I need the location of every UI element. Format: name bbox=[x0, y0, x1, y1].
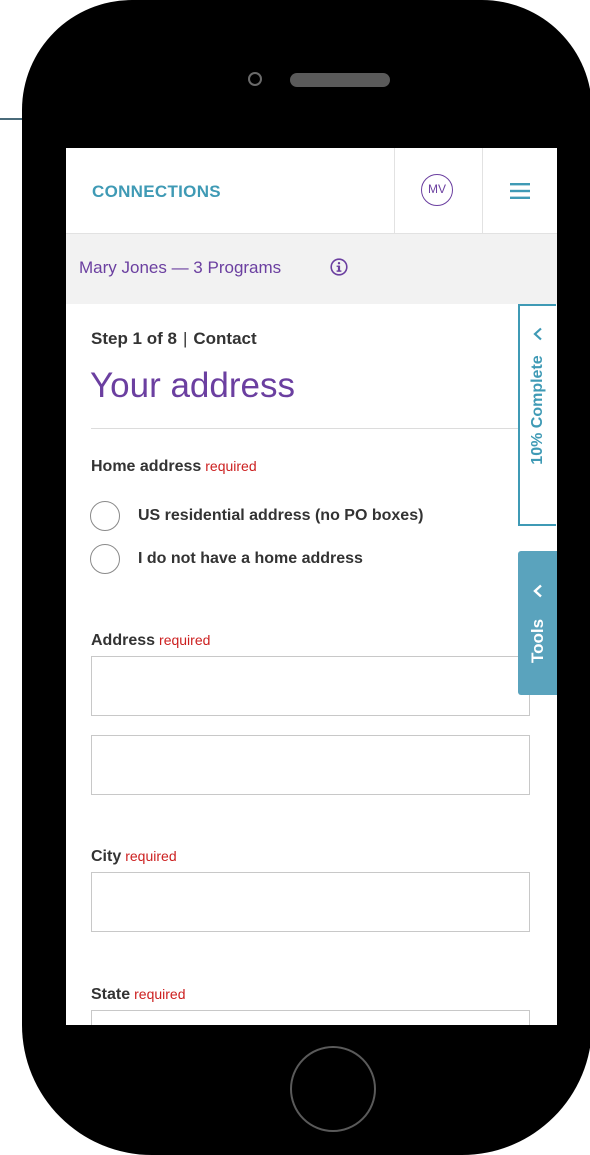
page-title: Your address bbox=[90, 366, 295, 405]
required-indicator: required bbox=[159, 632, 211, 648]
radio-option-no-home-address[interactable]: I do not have a home address bbox=[90, 544, 510, 576]
avatar-initials: MV bbox=[428, 182, 446, 196]
radio-button[interactable] bbox=[90, 501, 120, 531]
tools-label: Tools bbox=[527, 618, 547, 664]
step-separator: | bbox=[182, 329, 188, 348]
header-divider bbox=[482, 148, 483, 234]
step-section: Contact bbox=[193, 329, 257, 348]
required-indicator: required bbox=[205, 458, 257, 474]
radio-option-us-residential[interactable]: US residential address (no PO boxes) bbox=[90, 501, 510, 533]
phone-screen: CONNECTIONS MV Mary Jones — 3 Programs S… bbox=[66, 148, 557, 1025]
tools-tab[interactable]: Tools bbox=[518, 551, 557, 695]
radio-button[interactable] bbox=[90, 544, 120, 574]
chevron-left-icon bbox=[532, 584, 542, 598]
chevron-left-icon bbox=[533, 327, 542, 341]
required-indicator: required bbox=[125, 848, 177, 864]
city-label: City required bbox=[91, 848, 177, 866]
city-label-text: City bbox=[91, 848, 122, 865]
address-label: Address required bbox=[91, 632, 210, 650]
home-address-label: Home address required bbox=[91, 458, 257, 476]
state-label: State required bbox=[91, 986, 186, 1004]
city-input[interactable] bbox=[91, 872, 530, 932]
step-number: Step 1 of 8 bbox=[91, 329, 177, 348]
radio-label: I do not have a home address bbox=[138, 550, 363, 567]
address-line2-input[interactable] bbox=[91, 735, 530, 795]
home-address-label-text: Home address bbox=[91, 458, 202, 475]
address-label-text: Address bbox=[91, 632, 156, 649]
avatar[interactable]: MV bbox=[421, 174, 453, 206]
stage: CONNECTIONS MV Mary Jones — 3 Programs S… bbox=[0, 0, 590, 1155]
required-indicator: required bbox=[134, 986, 186, 1002]
step-indicator: Step 1 of 8 | Contact bbox=[91, 329, 257, 349]
progress-label: 10% Complete bbox=[529, 355, 546, 465]
speaker-grille bbox=[290, 73, 390, 87]
app-header: CONNECTIONS MV bbox=[66, 148, 557, 234]
user-programs-text: Mary Jones — 3 Programs bbox=[79, 258, 282, 277]
progress-tab[interactable]: 10% Complete bbox=[518, 304, 556, 526]
state-input[interactable] bbox=[91, 1010, 530, 1025]
camera-icon bbox=[248, 72, 262, 86]
header-divider bbox=[394, 148, 395, 234]
brand-logo-text[interactable]: CONNECTIONS bbox=[92, 182, 221, 202]
home-button[interactable] bbox=[290, 1046, 376, 1132]
state-label-text: State bbox=[91, 986, 131, 1003]
title-divider bbox=[91, 428, 531, 429]
radio-label: US residential address (no PO boxes) bbox=[138, 507, 424, 524]
user-programs-bar: Mary Jones — 3 Programs bbox=[66, 234, 557, 304]
form-content: Step 1 of 8 | Contact Your address Home ad… bbox=[66, 304, 557, 1025]
address-line1-input[interactable] bbox=[91, 656, 530, 716]
info-icon[interactable] bbox=[330, 258, 348, 276]
hamburger-menu-icon[interactable] bbox=[510, 182, 530, 200]
